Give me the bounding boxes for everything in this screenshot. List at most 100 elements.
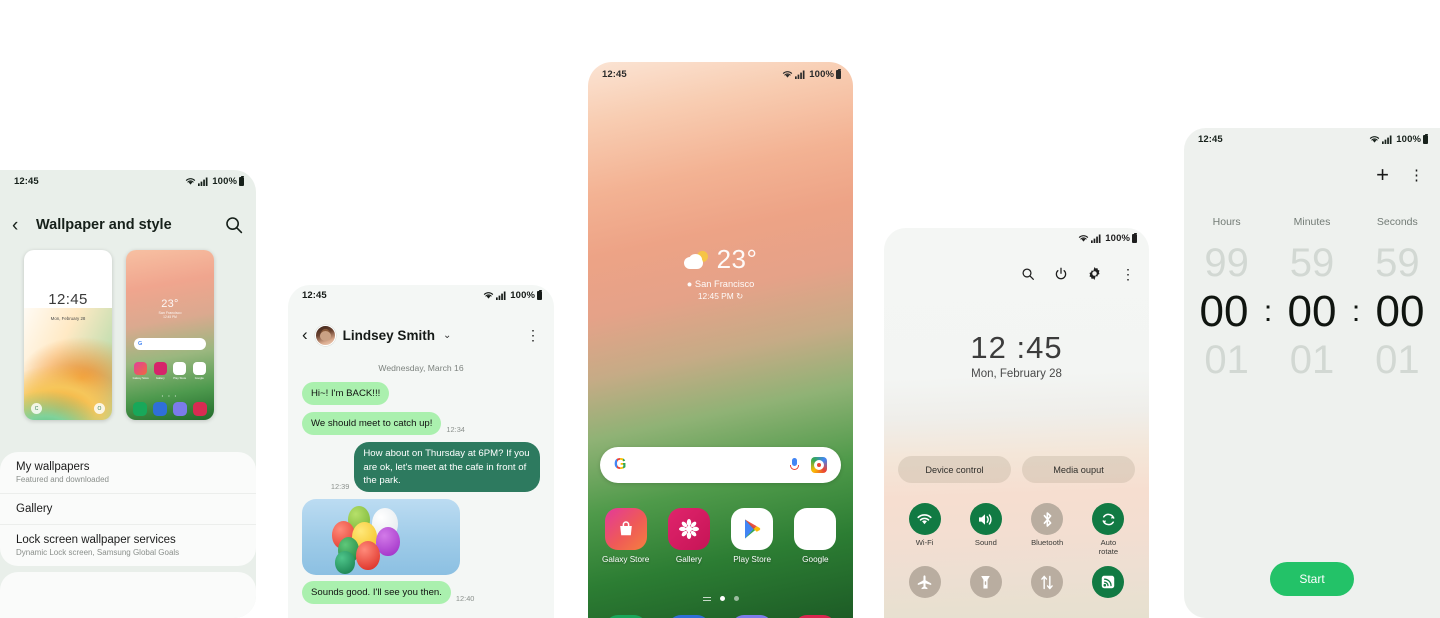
- list-item-lock-screen-wallpaper-services[interactable]: Lock screen wallpaper services Dynamic L…: [0, 524, 256, 566]
- status-bar-time: 12:45: [1198, 134, 1223, 145]
- home-screen-preview[interactable]: 23° San Francisco 12:45 PM G Galaxy Stor…: [126, 250, 214, 420]
- weather-updated-time: 12:45 PM ↻: [588, 291, 853, 301]
- signal-icon: [496, 291, 506, 300]
- seconds-value-above: 59: [1375, 241, 1420, 285]
- app-play-store[interactable]: Play Store: [723, 508, 782, 564]
- toggle-airplane-mode[interactable]: [894, 566, 955, 599]
- page-dot[interactable]: [733, 596, 739, 601]
- app-gallery[interactable]: Gallery: [659, 508, 718, 564]
- toggle-label: Bluetooth: [1031, 538, 1064, 547]
- play-store-icon: [731, 508, 774, 550]
- signal-icon: [1091, 234, 1101, 243]
- message-row: Sounds good. I'll see you then. 12:40: [302, 581, 540, 605]
- minutes-value-selected[interactable]: 00: [1276, 286, 1348, 337]
- toggle-wifi[interactable]: Wi-Fi: [894, 503, 955, 556]
- toggle-hotspot[interactable]: [1078, 566, 1139, 599]
- app-galaxy-store[interactable]: Galaxy Store: [596, 508, 655, 564]
- message-bubble-incoming[interactable]: Hi~! I'm BACK!!!: [302, 382, 390, 406]
- wifi-icon: [783, 71, 793, 78]
- wifi-icon: [1370, 136, 1380, 143]
- settings-gear-icon[interactable]: [1087, 266, 1102, 281]
- phone-screen-quick-panel: 100% ⋮ 12 :45 Mon, February 28 Device co…: [884, 228, 1149, 618]
- back-chevron-left-icon[interactable]: ‹: [12, 216, 32, 235]
- phone-screen-wallpaper-and-style: 12:45 100% ‹ Wallpaper and style 12:45 M…: [0, 170, 256, 618]
- message-bubble-incoming[interactable]: Sounds good. I'll see you then.: [302, 581, 451, 605]
- power-icon[interactable]: [1054, 267, 1068, 281]
- home-preview-page-dots: • • •: [161, 392, 179, 398]
- timer-pickers[interactable]: 99 59 59 00 : 00 : 00 01 01 01: [1184, 240, 1440, 384]
- page-dot-active[interactable]: [719, 596, 725, 601]
- toggle-bluetooth[interactable]: Bluetooth: [1017, 503, 1078, 556]
- device-control-button[interactable]: Device control: [898, 456, 1011, 483]
- plus-icon[interactable]: +: [1376, 164, 1389, 186]
- message-bubble-incoming[interactable]: We should meet to catch up!: [302, 412, 442, 436]
- start-button[interactable]: Start: [1270, 562, 1354, 596]
- hours-value-above: 99: [1204, 241, 1249, 285]
- weather-widget[interactable]: 23° ● San Francisco 12:45 PM ↻: [588, 244, 853, 301]
- wifi-icon: [484, 292, 494, 299]
- app-label: Play Store: [173, 376, 187, 381]
- gallery-icon: [667, 508, 710, 550]
- media-output-button[interactable]: Media ouput: [1022, 456, 1135, 483]
- list-item-title: My wallpapers: [16, 461, 90, 473]
- search-icon[interactable]: [1021, 267, 1035, 281]
- play-store-icon: [173, 362, 187, 376]
- home-preview-search-bar: G: [134, 338, 206, 351]
- message-row: 12:39 How about on Thursday at 6PM? If y…: [302, 442, 540, 493]
- hotspot-icon: [1092, 566, 1125, 599]
- minutes-value-above: 59: [1289, 241, 1335, 285]
- message-timestamp: 12:34: [446, 425, 465, 435]
- message-timestamp: 12:40: [455, 594, 475, 604]
- toggle-auto-rotate[interactable]: Auto rotate: [1078, 503, 1139, 556]
- home-preview-app-grid: Galaxy Store Gallery Play Store Google: [132, 362, 208, 380]
- list-item-title: Gallery: [16, 503, 53, 515]
- minutes-value-below: 01: [1289, 338, 1335, 383]
- more-vertical-icon[interactable]: ⋮: [1121, 267, 1135, 281]
- more-vertical-icon[interactable]: ⋮: [1409, 166, 1424, 184]
- weather-temperature: 23°: [716, 244, 758, 274]
- phone-icon: [133, 402, 148, 416]
- list-item-gallery[interactable]: Gallery: [0, 493, 256, 524]
- lock-screen-preview[interactable]: 12:45 Mon, February 28 C O: [24, 250, 112, 420]
- search-icon[interactable]: [224, 215, 244, 235]
- contact-avatar[interactable]: [314, 324, 336, 346]
- refresh-icon[interactable]: ↻: [736, 291, 743, 301]
- message-attachment-balloons-image[interactable]: [302, 499, 460, 576]
- header-minutes: Minutes: [1293, 216, 1331, 228]
- toggle-sound[interactable]: Sound: [955, 503, 1016, 556]
- toggle-label: Auto rotate: [1098, 538, 1119, 556]
- app-label: Gallery: [675, 555, 702, 564]
- day-separator: Wednesday, March 16: [378, 363, 464, 373]
- auto-rotate-icon: [1092, 503, 1125, 535]
- battery-icon: [1423, 133, 1428, 144]
- battery-percent: 100%: [809, 69, 834, 80]
- battery-percent: 100%: [1396, 134, 1421, 145]
- message-bubble-outgoing[interactable]: How about on Thursday at 6PM? If you are…: [354, 442, 540, 493]
- flashlight-icon: [969, 566, 1002, 599]
- more-vertical-icon[interactable]: ⋮: [526, 327, 540, 344]
- message-timestamp: 12:39: [330, 482, 350, 492]
- apps-list-icon[interactable]: [702, 596, 711, 602]
- quick-settings-toggles: Wi-Fi Sound Bluetooth Auto rotate: [894, 503, 1139, 599]
- list-item-my-wallpapers[interactable]: My wallpapers Featured and downloaded: [0, 452, 256, 493]
- microphone-icon[interactable]: [789, 457, 799, 473]
- google-search-bar[interactable]: G: [600, 447, 841, 483]
- seconds-value-selected[interactable]: 00: [1364, 286, 1436, 337]
- lock-clock: 12 :45 Mon, February 28: [884, 330, 1149, 380]
- phone-screen-timer: 12:45 100% + ⋮ Hours Minutes Seconds 99 …: [1184, 128, 1440, 618]
- toggle-mobile-data[interactable]: [1017, 566, 1078, 599]
- galaxy-store-icon: [134, 362, 148, 376]
- wallpaper-secondary-card[interactable]: [0, 572, 256, 618]
- status-bar: 12:45 100%: [288, 285, 554, 301]
- google-lens-icon[interactable]: [811, 457, 827, 473]
- chevron-down-icon[interactable]: ⌄: [443, 330, 451, 341]
- app-label: Galaxy Store: [132, 376, 149, 381]
- app-label: Google: [802, 555, 829, 564]
- app-google-folder[interactable]: Google: [786, 508, 845, 564]
- lock-preview-phone-shortcut-icon: C: [31, 403, 42, 414]
- wallpaper-preview-row: 12:45 Mon, February 28 C O 23° San Franc…: [0, 250, 256, 420]
- back-chevron-left-icon[interactable]: ‹: [302, 325, 308, 345]
- hours-value-selected[interactable]: 00: [1188, 286, 1260, 337]
- timer-row-below: 01 01 01: [1184, 337, 1440, 383]
- toggle-flashlight[interactable]: [955, 566, 1016, 599]
